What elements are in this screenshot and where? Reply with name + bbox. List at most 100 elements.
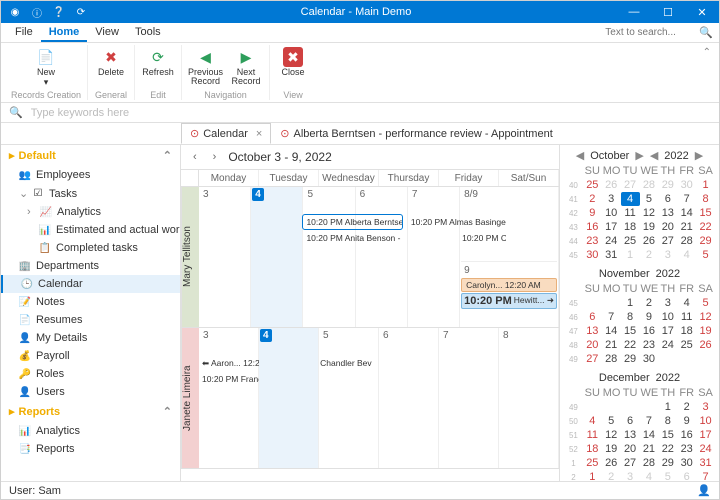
day-number[interactable]: 11 xyxy=(583,428,602,442)
week-number[interactable]: 49 xyxy=(564,352,583,366)
maximize-button[interactable]: ☐ xyxy=(651,1,685,23)
day-number[interactable]: 11 xyxy=(621,206,640,220)
day-number[interactable]: 4 xyxy=(640,470,659,481)
day-number[interactable]: 20 xyxy=(621,442,640,456)
qat-icon[interactable]: ◉ xyxy=(9,6,21,18)
day-number[interactable]: 26 xyxy=(602,456,621,470)
day-number[interactable]: 20 xyxy=(658,220,677,234)
week-number[interactable]: 46 xyxy=(564,310,583,324)
day-number[interactable]: 4 xyxy=(677,248,696,262)
appointment[interactable]: 10:20 PMHewitt... ➜ xyxy=(461,293,557,309)
day-number[interactable]: 2 xyxy=(640,296,659,310)
day-number[interactable]: 20 xyxy=(583,338,602,352)
day-number[interactable]: 18 xyxy=(583,442,602,456)
ribbon-collapse-icon[interactable]: ⌃ xyxy=(703,47,711,58)
day-number[interactable]: 23 xyxy=(677,442,696,456)
day-number[interactable]: 25 xyxy=(583,178,602,192)
keyword-hint[interactable]: Type keywords here xyxy=(31,107,129,119)
day-number[interactable]: 24 xyxy=(602,234,621,248)
qat-help-icon[interactable]: ❔ xyxy=(53,6,65,18)
day-number[interactable]: 9 xyxy=(677,414,696,428)
sidebar-item-departments[interactable]: 🏢Departments xyxy=(1,257,180,275)
day-number[interactable]: 13 xyxy=(621,428,640,442)
day-number[interactable]: 4 xyxy=(621,192,640,206)
day-number[interactable] xyxy=(696,352,715,366)
day-number[interactable]: 2 xyxy=(583,192,602,206)
resource-label[interactable]: Mary Tellitson xyxy=(181,187,199,327)
day-number[interactable]: 30 xyxy=(640,352,659,366)
day-number[interactable] xyxy=(583,296,602,310)
day-number[interactable]: 14 xyxy=(677,206,696,220)
new-button[interactable]: 📄New▾ xyxy=(29,47,63,87)
day-cell[interactable]: 6 xyxy=(379,328,439,468)
menu-tools[interactable]: Tools xyxy=(127,24,169,42)
delete-button[interactable]: ✖Delete xyxy=(94,47,128,77)
day-number[interactable]: 1 xyxy=(583,470,602,481)
menu-view[interactable]: View xyxy=(87,24,127,42)
day-number[interactable]: 28 xyxy=(602,352,621,366)
week-number[interactable]: 52 xyxy=(564,442,583,456)
day-number[interactable]: 1 xyxy=(696,178,715,192)
week-number[interactable]: 45 xyxy=(564,248,583,262)
day-number[interactable]: 11 xyxy=(677,310,696,324)
day-cell[interactable]: 5 xyxy=(319,328,379,468)
day-number[interactable]: 19 xyxy=(602,442,621,456)
sidebar-item-estimated-and-actual-work-comparison[interactable]: 📊Estimated and actual work comparison xyxy=(1,221,180,239)
sidebar-item-completed-tasks[interactable]: 📋Completed tasks xyxy=(1,239,180,257)
day-number[interactable] xyxy=(583,400,602,414)
day-number[interactable]: 5 xyxy=(658,470,677,481)
month-header[interactable]: ◀October▶◀2022▶ xyxy=(564,149,715,162)
day-cell[interactable]: 3 xyxy=(199,187,251,327)
close-button[interactable]: ✖Close xyxy=(276,47,310,77)
day-number[interactable]: 13 xyxy=(658,206,677,220)
day-number[interactable]: 26 xyxy=(640,234,659,248)
day-number[interactable]: 29 xyxy=(658,178,677,192)
day-number[interactable]: 18 xyxy=(621,220,640,234)
day-number[interactable]: 10 xyxy=(602,206,621,220)
week-number[interactable]: 48 xyxy=(564,338,583,352)
day-number[interactable]: 22 xyxy=(658,442,677,456)
day-number[interactable]: 26 xyxy=(696,338,715,352)
day-number[interactable]: 12 xyxy=(602,428,621,442)
sidebar-item-calendar[interactable]: 🕒Calendar xyxy=(1,275,180,293)
day-number[interactable]: 27 xyxy=(621,178,640,192)
day-number[interactable]: 23 xyxy=(640,338,659,352)
menu-file[interactable]: File xyxy=(7,24,41,42)
day-number[interactable]: 25 xyxy=(583,456,602,470)
day-number[interactable]: 16 xyxy=(677,428,696,442)
week-number[interactable]: 41 xyxy=(564,192,583,206)
status-icon[interactable]: 👤 xyxy=(697,484,711,497)
week-number[interactable]: 2 xyxy=(564,470,583,481)
day-number[interactable]: 29 xyxy=(621,352,640,366)
day-number[interactable]: 8 xyxy=(658,414,677,428)
day-number[interactable]: 17 xyxy=(696,428,715,442)
day-number[interactable]: 2 xyxy=(602,470,621,481)
day-cell[interactable]: 8 xyxy=(499,328,559,468)
day-number[interactable]: 9 xyxy=(640,310,659,324)
week-number[interactable]: 51 xyxy=(564,428,583,442)
day-number[interactable] xyxy=(602,296,621,310)
tab-close-icon[interactable]: × xyxy=(256,128,262,140)
refresh-button[interactable]: ⟳Refresh xyxy=(141,47,175,77)
day-number[interactable] xyxy=(677,352,696,366)
sidebar-item-analytics[interactable]: 📊Analytics xyxy=(1,422,180,440)
appointment[interactable]: Carolyn... 12:20 AM xyxy=(461,278,557,292)
week-number[interactable]: 44 xyxy=(564,234,583,248)
day-number[interactable]: 4 xyxy=(677,296,696,310)
day-number[interactable]: 5 xyxy=(696,248,715,262)
day-number[interactable]: 15 xyxy=(621,324,640,338)
day-number[interactable]: 19 xyxy=(696,324,715,338)
week-number[interactable]: 50 xyxy=(564,414,583,428)
tab[interactable]: ⊙Alberta Berntsen - performance review -… xyxy=(271,123,561,144)
day-number[interactable]: 26 xyxy=(602,178,621,192)
day-number[interactable]: 16 xyxy=(640,324,659,338)
day-cell[interactable]: 4 xyxy=(259,328,319,468)
week-number[interactable]: 40 xyxy=(564,178,583,192)
sidebar-item-notes[interactable]: 📝Notes xyxy=(1,293,180,311)
day-number[interactable]: 8 xyxy=(621,310,640,324)
minimize-button[interactable]: — xyxy=(617,1,651,23)
day-number[interactable]: 18 xyxy=(677,324,696,338)
global-search-input[interactable] xyxy=(605,27,695,38)
day-number[interactable]: 28 xyxy=(640,456,659,470)
sidebar-item-my-details[interactable]: 👤My Details xyxy=(1,329,180,347)
